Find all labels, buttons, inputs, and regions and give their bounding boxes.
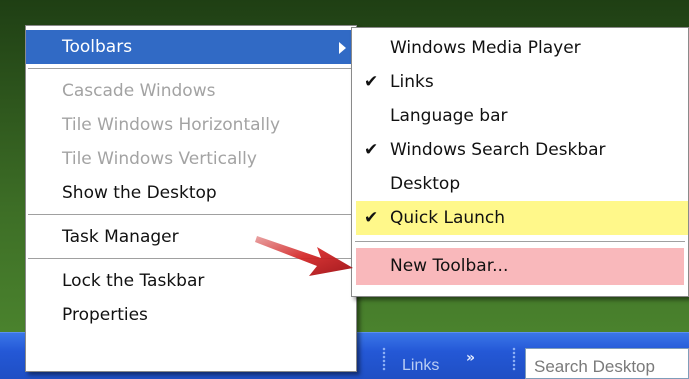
- submenu-item-windows-search-deskbar[interactable]: ✔ Windows Search Deskbar: [352, 133, 688, 167]
- submenu-item-new-toolbar[interactable]: New Toolbar...: [356, 248, 684, 285]
- menu-item-cascade-windows: Cascade Windows: [26, 74, 356, 108]
- search-desktop-input[interactable]: Search Desktop: [525, 348, 689, 379]
- menu-separator: [28, 214, 354, 216]
- submenu-item-language-bar[interactable]: Language bar: [352, 99, 688, 133]
- submenu-item-label: Windows Search Deskbar: [390, 140, 606, 160]
- red-arrow-icon: [255, 236, 353, 276]
- submenu-item-windows-media-player[interactable]: Windows Media Player: [352, 31, 688, 65]
- menu-item-label: Show the Desktop: [62, 183, 217, 203]
- menu-separator: [28, 68, 354, 70]
- menu-separator: [355, 241, 685, 243]
- submenu-item-label: Desktop: [390, 174, 461, 194]
- submenu-item-label: New Toolbar...: [390, 256, 509, 276]
- menu-item-properties[interactable]: Properties: [26, 298, 356, 332]
- menu-item-label: Tile Windows Vertically: [62, 149, 257, 169]
- checkmark-icon: ✔: [364, 72, 379, 92]
- taskbar-context-menu: Toolbars Cascade Windows Tile Windows Ho…: [25, 25, 357, 372]
- toolbar-grip-icon[interactable]: [512, 347, 516, 371]
- checkmark-icon: ✔: [364, 140, 379, 160]
- toolbar-grip-icon[interactable]: [382, 347, 386, 371]
- menu-item-show-desktop[interactable]: Show the Desktop: [26, 176, 356, 210]
- menu-item-label: Task Manager: [62, 227, 179, 247]
- menu-item-tile-vertically: Tile Windows Vertically: [26, 142, 356, 176]
- toolbars-submenu: Windows Media Player ✔ Links Language ba…: [351, 27, 689, 297]
- submenu-item-links[interactable]: ✔ Links: [352, 65, 688, 99]
- submenu-item-label: Language bar: [390, 106, 508, 126]
- checkmark-icon: ✔: [364, 208, 379, 228]
- submenu-item-label: Windows Media Player: [390, 38, 581, 58]
- menu-item-label: Lock the Taskbar: [62, 271, 205, 291]
- menu-item-label: Tile Windows Horizontally: [62, 115, 281, 135]
- submenu-item-label: Quick Launch: [390, 208, 506, 228]
- submenu-arrow-icon: [339, 42, 346, 54]
- menu-item-label: Cascade Windows: [62, 81, 216, 101]
- submenu-item-label: Links: [390, 72, 434, 92]
- menu-item-label: Properties: [62, 305, 148, 325]
- menu-item-tile-horizontally: Tile Windows Horizontally: [26, 108, 356, 142]
- submenu-item-quick-launch[interactable]: ✔ Quick Launch: [356, 201, 688, 235]
- submenu-item-desktop[interactable]: Desktop: [352, 167, 688, 201]
- menu-item-toolbars[interactable]: Toolbars: [26, 30, 356, 64]
- links-toolbar-label[interactable]: Links: [402, 357, 439, 375]
- menu-item-label: Toolbars: [62, 37, 133, 57]
- chevron-icon[interactable]: »: [466, 350, 475, 366]
